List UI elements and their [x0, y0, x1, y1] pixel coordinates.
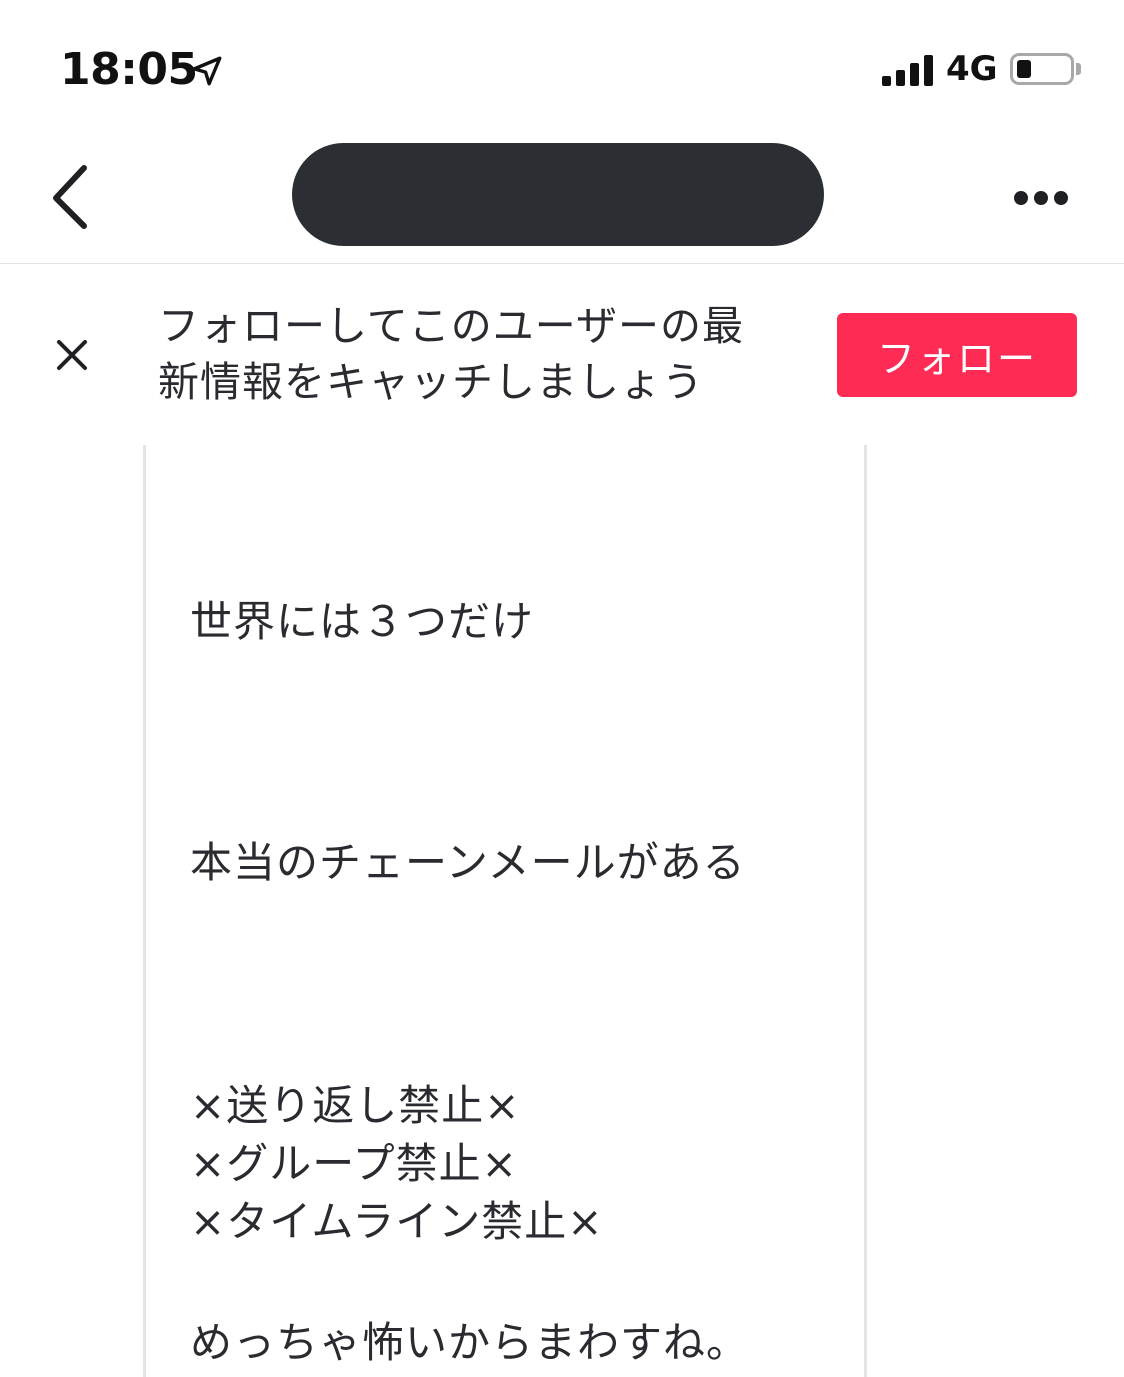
battery-cap	[1076, 63, 1081, 75]
follow-banner-message: フォローしてこのユーザーの最 新情報をキャッチしましょう	[158, 298, 808, 410]
follow-banner: フォローしてこのユーザーの最 新情報をキャッチしましょう フォロー	[0, 265, 1124, 445]
screen: 18:05 4G フォローしてこのユーザーの最 新情報をキャッチしましょう フォ…	[0, 0, 1124, 1377]
signal-bars-icon	[882, 52, 934, 86]
network-type: 4G	[946, 49, 998, 89]
nav-bar	[0, 130, 1124, 264]
note-line: 世界には３つだけ	[190, 597, 535, 646]
follow-button[interactable]: フォロー	[837, 313, 1077, 397]
banner-message-line: 新情報をキャッチしましょう	[158, 358, 704, 406]
note-line: ×タイムライン禁止×	[190, 1197, 604, 1246]
note-line: ×グループ禁止×	[190, 1139, 518, 1188]
banner-message-line: フォローしてこのユーザーの最	[158, 302, 744, 350]
note-content: 世界には３つだけ 本当のチェーンメールがある ×送り返し禁止× ×グループ禁止×…	[0, 445, 1124, 1377]
note-line: ×送り返し禁止×	[190, 1081, 521, 1130]
close-icon[interactable]	[48, 331, 96, 379]
status-time: 18:05	[60, 44, 198, 95]
note-line: 本当のチェーンメールがある	[190, 838, 746, 887]
battery-icon	[1010, 53, 1074, 85]
more-dots-icon[interactable]	[1006, 180, 1074, 216]
redacted-username	[292, 143, 824, 246]
location-arrow-icon	[192, 56, 222, 86]
note-line: めっちゃ怖いからまわすね。	[190, 1318, 750, 1367]
battery-level	[1017, 60, 1031, 78]
note-border-left	[143, 445, 146, 1377]
note-border-right	[864, 445, 867, 1377]
status-bar: 18:05 4G	[0, 0, 1124, 130]
chevron-left-icon[interactable]	[40, 162, 100, 232]
